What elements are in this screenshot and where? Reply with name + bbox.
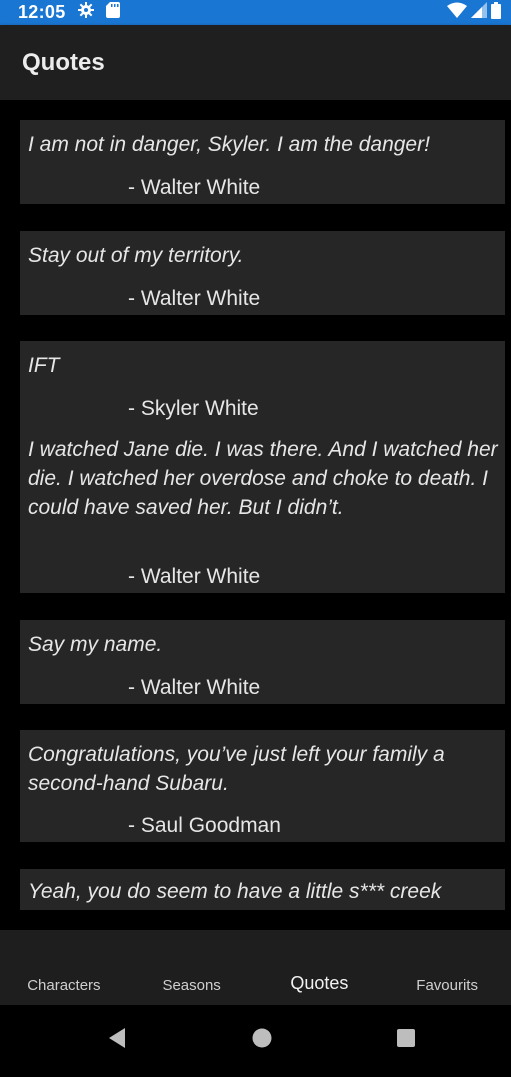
status-time: 12:05 — [18, 2, 66, 22]
quote-card[interactable]: Say my name. - Walter White — [20, 620, 505, 704]
quote-author: - Walter White — [128, 676, 261, 699]
sd-card-icon — [105, 2, 120, 23]
quote-text: Stay out of my territory. — [28, 244, 244, 267]
quote-author: - Walter White — [128, 565, 261, 588]
quote-card[interactable]: IFT - Skyler White I watched Jane die. I… — [20, 341, 505, 593]
system-nav-bar — [0, 1005, 511, 1077]
back-button[interactable] — [102, 1023, 132, 1053]
app-bar: Quotes — [0, 25, 511, 100]
quote-author: - Saul Goodman — [128, 814, 281, 837]
status-left-icons — [77, 2, 120, 23]
bottom-nav: Characters Seasons Quotes Favourits — [0, 930, 511, 1005]
nav-tab-characters[interactable]: Characters — [0, 977, 128, 994]
quote-text: IFT — [28, 354, 60, 377]
quote-text: I watched Jane die. I was there. And I w… — [28, 438, 498, 519]
status-right-icons — [447, 1, 501, 24]
quote-author: - Skyler White — [128, 397, 259, 420]
quote-card[interactable]: Yeah, you do seem to have a little s*** … — [20, 869, 505, 910]
gear-icon — [77, 2, 94, 23]
back-icon — [109, 1028, 125, 1048]
nav-tab-quotes[interactable]: Quotes — [256, 973, 384, 994]
quote-card[interactable]: I am not in danger, Skyler. I am the dan… — [20, 120, 505, 204]
quote-text: I am not in danger, Skyler. I am the dan… — [28, 133, 430, 156]
page-title: Quotes — [22, 48, 105, 76]
home-button[interactable] — [247, 1023, 277, 1053]
nav-tab-seasons[interactable]: Seasons — [128, 977, 256, 994]
battery-icon — [491, 1, 501, 24]
wifi-icon — [447, 2, 467, 23]
quote-card[interactable]: Stay out of my territory. - Walter White — [20, 231, 505, 315]
quote-text: Yeah, you do seem to have a little s*** … — [28, 880, 442, 903]
nav-tab-favourits[interactable]: Favourits — [383, 977, 511, 994]
home-icon — [252, 1028, 272, 1048]
quote-card[interactable]: Congratulations, you’ve just left your f… — [20, 730, 505, 842]
quote-list[interactable]: I am not in danger, Skyler. I am the dan… — [0, 100, 511, 910]
quote-text: Say my name. — [28, 633, 163, 656]
recents-icon — [397, 1029, 415, 1047]
quote-text: Congratulations, you’ve just left your f… — [28, 743, 445, 795]
quote-author: - Walter White — [128, 287, 261, 310]
recents-button[interactable] — [391, 1023, 421, 1053]
quote-author: - Walter White — [128, 176, 261, 199]
status-bar: 12:05 — [0, 0, 511, 25]
signal-icon — [471, 2, 487, 23]
